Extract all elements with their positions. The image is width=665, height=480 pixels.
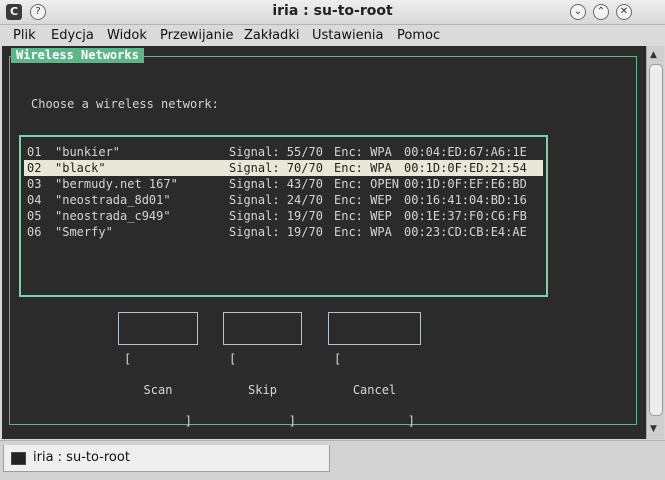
network-row[interactable]: 05 "neostrada_c949" Signal: 19/70 Enc: W… xyxy=(24,208,543,224)
close-button[interactable]: ✕ xyxy=(616,4,632,20)
network-encryption: Enc: WPA xyxy=(334,145,392,159)
network-mac: 00:1E:37:F0:C6:FB xyxy=(404,209,527,223)
cancel-button-label: Cancel xyxy=(352,383,397,397)
menu-przewijanie[interactable]: Przewijanie xyxy=(160,28,233,43)
network-number: 03 xyxy=(27,177,42,191)
terminal-icon xyxy=(11,452,26,465)
menu-pomoc[interactable]: Pomoc xyxy=(397,28,440,43)
network-number: 04 xyxy=(27,193,42,207)
network-encryption: Enc: WEP xyxy=(334,193,392,207)
title-bar[interactable]: C ? iria : su-to-root ⌄ ⌃ ✕ xyxy=(0,0,665,25)
scroll-up-arrow-icon[interactable]: ▲ xyxy=(650,50,657,60)
vertical-scrollbar[interactable]: ▲ ▼ xyxy=(646,46,664,439)
bracket-left: [ xyxy=(124,352,132,366)
network-ssid: "black" xyxy=(55,161,106,175)
dialog-title: Wireless Networks xyxy=(11,48,144,63)
network-number: 06 xyxy=(27,225,42,239)
network-number: 02 xyxy=(27,161,42,175)
scroll-down-arrow-icon[interactable]: ▼ xyxy=(650,424,657,434)
tab-su-to-root[interactable]: iria : su-to-root xyxy=(3,445,330,472)
bracket-left: [ xyxy=(229,352,237,366)
network-row[interactable]: 06 "Smerfy" Signal: 19/70 Enc: WPA 00:23… xyxy=(24,224,543,240)
network-mac: 00:04:ED:67:A6:1E xyxy=(404,145,527,159)
skip-button-label: Skip xyxy=(248,383,277,397)
scan-button-label: Scan xyxy=(143,383,173,397)
network-ssid: "bunkier" xyxy=(55,145,121,159)
network-signal: Signal: 24/70 xyxy=(229,193,323,207)
bracket-left: [ xyxy=(334,352,342,366)
window-title: iria : su-to-root xyxy=(272,3,393,19)
network-list[interactable]: 01 "bunkier" Signal: 55/70 Enc: WPA 00:0… xyxy=(19,135,548,297)
network-mac: 00:1D:0F:ED:21:54 xyxy=(404,161,527,175)
network-signal: Signal: 19/70 xyxy=(229,209,323,223)
network-signal: Signal: 70/70 xyxy=(229,161,323,175)
scan-button[interactable]: [ Scan ] xyxy=(118,312,198,428)
network-encryption: Enc: OPEN xyxy=(334,177,400,191)
menu-plik[interactable]: Plik xyxy=(13,28,36,43)
scrollbar-thumb[interactable] xyxy=(649,64,663,416)
network-row[interactable]: 01 "bunkier" Signal: 55/70 Enc: WPA 00:0… xyxy=(24,144,543,160)
network-number: 01 xyxy=(27,145,42,159)
terminal-area[interactable]: Wireless Networks Choose a wireless netw… xyxy=(2,46,646,439)
network-encryption: Enc: WEP xyxy=(334,209,392,223)
network-encryption: Enc: WPA xyxy=(334,225,392,239)
network-row[interactable]: 03 "bermudy.net 167" Signal: 43/70 Enc: … xyxy=(24,176,543,192)
bracket-right: ] xyxy=(288,414,296,428)
network-signal: Signal: 55/70 xyxy=(229,145,323,159)
network-ssid: "neostrada_c949" xyxy=(55,209,171,223)
menu-widok[interactable]: Widok xyxy=(107,28,147,43)
bracket-right: ] xyxy=(184,414,192,428)
tab-label: iria : su-to-root xyxy=(33,450,130,465)
dialog-prompt: Choose a wireless network: xyxy=(31,97,219,111)
tab-bar: iria : su-to-root xyxy=(0,440,665,480)
bracket-right: ] xyxy=(407,414,415,428)
menu-edycja[interactable]: Edycja xyxy=(51,28,94,43)
network-row-selected[interactable]: 02 "black" Signal: 70/70 Enc: WPA 00:1D:… xyxy=(24,160,543,176)
network-mac: 00:16:41:04:BD:16 xyxy=(404,193,527,207)
network-ssid: "Smerfy" xyxy=(55,225,113,239)
network-row[interactable]: 04 "neostrada_8d01" Signal: 24/70 Enc: W… xyxy=(24,192,543,208)
network-ssid: "neostrada_8d01" xyxy=(55,193,171,207)
cancel-button[interactable]: [ Cancel ] xyxy=(328,312,421,428)
minimize-button[interactable]: ⌄ xyxy=(570,4,586,20)
menu-zakladki[interactable]: Zakładki xyxy=(244,28,299,43)
network-signal: Signal: 19/70 xyxy=(229,225,323,239)
skip-button[interactable]: [ Skip ] xyxy=(223,312,302,428)
network-encryption: Enc: WPA xyxy=(334,161,392,175)
network-mac: 00:1D:0F:EF:E6:BD xyxy=(404,177,527,191)
network-ssid: "bermudy.net 167" xyxy=(55,177,178,191)
menu-bar: Plik Edycja Widok Przewijanie Zakładki U… xyxy=(0,25,665,47)
network-number: 05 xyxy=(27,209,42,223)
maximize-button[interactable]: ⌃ xyxy=(593,4,609,20)
network-signal: Signal: 43/70 xyxy=(229,177,323,191)
network-mac: 00:23:CD:CB:E4:AE xyxy=(404,225,527,239)
menu-ustawienia[interactable]: Ustawienia xyxy=(312,28,383,43)
